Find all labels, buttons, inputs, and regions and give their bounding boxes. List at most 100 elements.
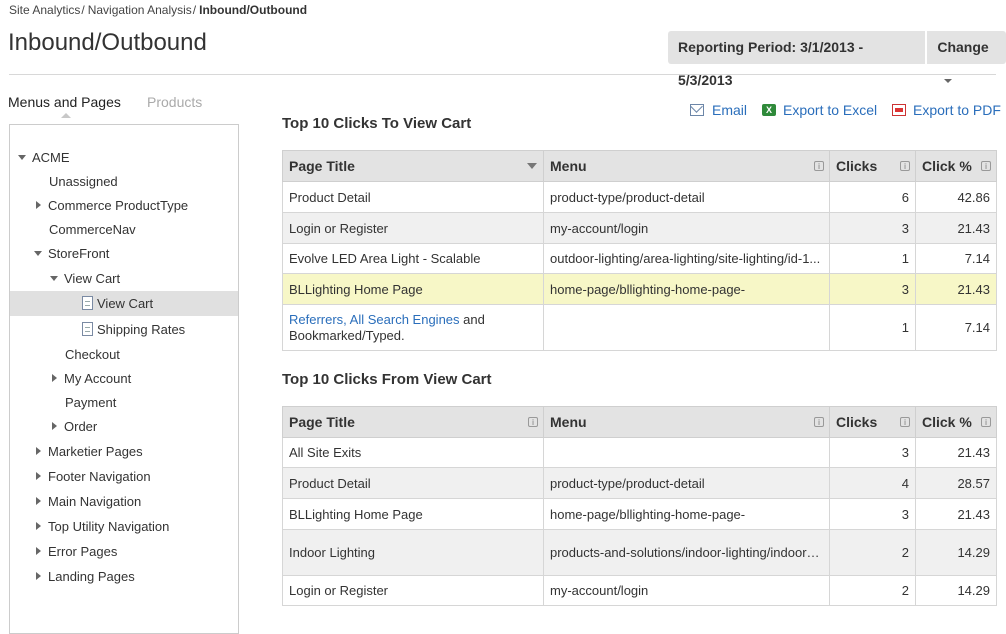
collapse-arrow-icon[interactable] <box>36 201 41 209</box>
info-icon[interactable]: i <box>528 417 538 427</box>
cell-clicks: 2 <box>829 575 916 606</box>
tree-item-checkout[interactable]: Checkout <box>10 342 238 367</box>
cell-click-pct: 21.43 <box>915 212 997 244</box>
collapse-arrow-icon[interactable] <box>52 422 57 430</box>
tree-item-order[interactable]: Order <box>10 414 238 439</box>
tree-item-label: View Cart <box>97 296 154 311</box>
tree-item-label: View Cart <box>64 271 121 286</box>
cell-page-title: BLLighting Home Page <box>282 273 544 305</box>
export-excel-label: Export to Excel <box>783 102 878 118</box>
table-row[interactable]: Evolve LED Area Light - Scalable outdoor… <box>282 243 997 274</box>
table-row[interactable]: Product Detail product-type/product-deta… <box>282 467 997 499</box>
expand-arrow-icon[interactable] <box>34 251 42 256</box>
tree-item-error-pages[interactable]: Error Pages <box>10 539 238 564</box>
tree-item-my-account[interactable]: My Account <box>10 366 238 391</box>
expand-arrow-icon[interactable] <box>18 155 26 160</box>
chevron-down-icon <box>944 79 953 84</box>
cell-page-title: Indoor Lighting <box>282 529 544 576</box>
tree-item-footer-navigation[interactable]: Footer Navigation <box>10 464 238 489</box>
tree-item-shipping-rates[interactable]: Shipping Rates <box>10 317 238 342</box>
column-header-menu[interactable]: Menu i <box>543 406 830 438</box>
tab-products[interactable]: Products <box>147 94 202 110</box>
table-row[interactable]: Referrers, All Search Engines and Bookmar… <box>282 304 997 351</box>
tree-item-label: ACME <box>32 150 70 165</box>
table-row[interactable]: Login or Register my-account/login 3 21.… <box>282 212 997 244</box>
page-icon <box>82 296 93 310</box>
tree-item-storefront[interactable]: StoreFront <box>10 241 238 266</box>
collapse-arrow-icon[interactable] <box>36 522 41 530</box>
tree-item-label: Top Utility Navigation <box>48 519 170 534</box>
column-header-click-pct[interactable]: Click % i <box>915 406 997 438</box>
export-pdf-link[interactable]: Export to PDF <box>892 102 1001 118</box>
info-icon[interactable]: i <box>814 161 824 171</box>
tree-item-main-navigation[interactable]: Main Navigation <box>10 489 238 514</box>
change-period-button[interactable]: Change <box>927 31 1006 84</box>
collapse-arrow-icon[interactable] <box>36 472 41 480</box>
info-icon[interactable]: i <box>900 161 910 171</box>
tree-item-payment[interactable]: Payment <box>10 390 238 415</box>
info-icon[interactable]: i <box>981 417 991 427</box>
tree-item-label: Footer Navigation <box>48 469 151 484</box>
tree-item-landing-pages[interactable]: Landing Pages <box>10 564 238 589</box>
cell-click-pct: 21.43 <box>915 498 997 530</box>
tree-item-top-utility-navigation[interactable]: Top Utility Navigation <box>10 514 238 539</box>
tree-item-label: Order <box>64 419 98 434</box>
cell-menu <box>543 437 830 468</box>
export-excel-link[interactable]: X Export to Excel <box>762 102 877 118</box>
tree-item-view-cart-page[interactable]: View Cart <box>10 291 238 316</box>
tree-item-label: My Account <box>64 371 132 386</box>
cell-clicks: 1 <box>829 243 916 274</box>
cell-clicks: 1 <box>829 304 916 351</box>
column-header-clicks[interactable]: Clicks i <box>829 406 916 438</box>
cell-menu: products-and-solutions/indoor-lighting/i… <box>543 529 830 576</box>
column-header-page-title[interactable]: Page Title i <box>282 406 544 438</box>
breadcrumb-site-analytics[interactable]: Site Analytics <box>9 3 80 17</box>
expand-arrow-icon[interactable] <box>50 276 58 281</box>
collapse-arrow-icon[interactable] <box>36 572 41 580</box>
column-header-page-title[interactable]: Page Title <box>282 150 544 182</box>
referrers-link[interactable]: Referrers, All Search Engines <box>289 312 460 327</box>
header-divider <box>9 74 996 75</box>
collapse-arrow-icon[interactable] <box>36 447 41 455</box>
email-label: Email <box>712 102 748 118</box>
column-header-clicks[interactable]: Clicks i <box>829 150 916 182</box>
collapse-arrow-icon[interactable] <box>52 374 57 382</box>
table-row[interactable]: BLLighting Home Page home-page/bllightin… <box>282 498 997 530</box>
collapse-arrow-icon[interactable] <box>36 547 41 555</box>
cell-page-title: All Site Exits <box>282 437 544 468</box>
collapse-arrow-icon[interactable] <box>36 497 41 505</box>
cell-page-title: Product Detail <box>282 181 544 213</box>
cell-menu: home-page/bllighting-home-page- <box>543 273 830 305</box>
info-icon[interactable]: i <box>981 161 991 171</box>
tree-item-unassigned[interactable]: Unassigned <box>10 169 238 194</box>
column-header-click-pct[interactable]: Click % i <box>915 150 997 182</box>
sort-down-icon[interactable] <box>527 163 537 169</box>
cell-click-pct: 42.86 <box>915 181 997 213</box>
table-row[interactable]: Indoor Lighting products-and-solutions/i… <box>282 529 997 576</box>
tree-item-view-cart-folder[interactable]: View Cart <box>10 266 238 291</box>
tree-item-marketier-pages[interactable]: Marketier Pages <box>10 439 238 464</box>
cell-page-title: Evolve LED Area Light - Scalable <box>282 243 544 274</box>
table-row[interactable]: All Site Exits 3 21.43 <box>282 437 997 468</box>
email-link[interactable]: Email <box>690 102 747 118</box>
table-row-highlighted[interactable]: BLLighting Home Page home-page/bllightin… <box>282 273 997 305</box>
table-row[interactable]: Login or Register my-account/login 2 14.… <box>282 575 997 606</box>
breadcrumb-navigation-analysis[interactable]: Navigation Analysis <box>88 3 192 17</box>
cell-clicks: 3 <box>829 437 916 468</box>
info-icon[interactable]: i <box>814 417 824 427</box>
info-icon[interactable]: i <box>900 417 910 427</box>
tree-item-acme[interactable]: ACME <box>10 145 238 170</box>
clicks-from-table: Page Title i Menu i Clicks i Click % i All S… <box>282 406 997 606</box>
tab-menus-and-pages[interactable]: Menus and Pages <box>8 94 121 110</box>
clicks-to-table: Page Title Menu i Clicks i Click % i Produc… <box>282 150 997 351</box>
tree-item-label: StoreFront <box>48 246 110 261</box>
cell-page-title: Login or Register <box>282 212 544 244</box>
cell-clicks: 3 <box>829 273 916 305</box>
column-header-label: Click % <box>922 158 972 174</box>
table-to-title: Top 10 Clicks To View Cart <box>282 115 472 132</box>
tree-item-label: Commerce ProductType <box>48 198 189 213</box>
tree-item-commerce-producttype[interactable]: Commerce ProductType <box>10 193 238 218</box>
tree-item-commercenav[interactable]: CommerceNav <box>10 217 238 242</box>
table-row[interactable]: Product Detail product-type/product-deta… <box>282 181 997 213</box>
column-header-menu[interactable]: Menu i <box>543 150 830 182</box>
